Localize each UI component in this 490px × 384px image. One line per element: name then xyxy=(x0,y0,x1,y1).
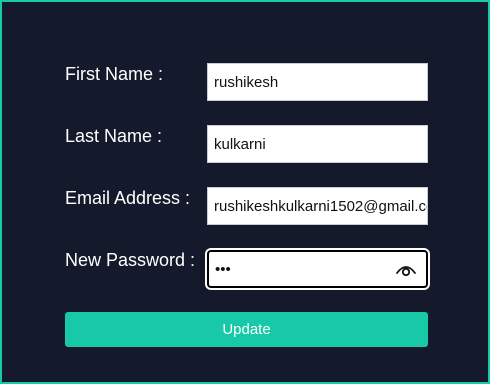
update-button[interactable]: Update xyxy=(65,312,428,347)
new-password-input[interactable] xyxy=(209,252,389,286)
new-password-label: New Password : xyxy=(65,250,196,270)
last-name-input[interactable] xyxy=(207,125,428,163)
email-address-label: Email Address : xyxy=(65,188,191,208)
eye-icon[interactable] xyxy=(395,260,417,278)
last-name-label: Last Name : xyxy=(65,126,163,146)
email-address-input[interactable] xyxy=(207,187,428,225)
first-name-label: First Name : xyxy=(65,64,164,84)
first-name-input[interactable] xyxy=(207,63,428,101)
profile-form-panel: First Name : Last Name : Email Address :… xyxy=(0,0,490,384)
new-password-field[interactable] xyxy=(207,250,428,288)
